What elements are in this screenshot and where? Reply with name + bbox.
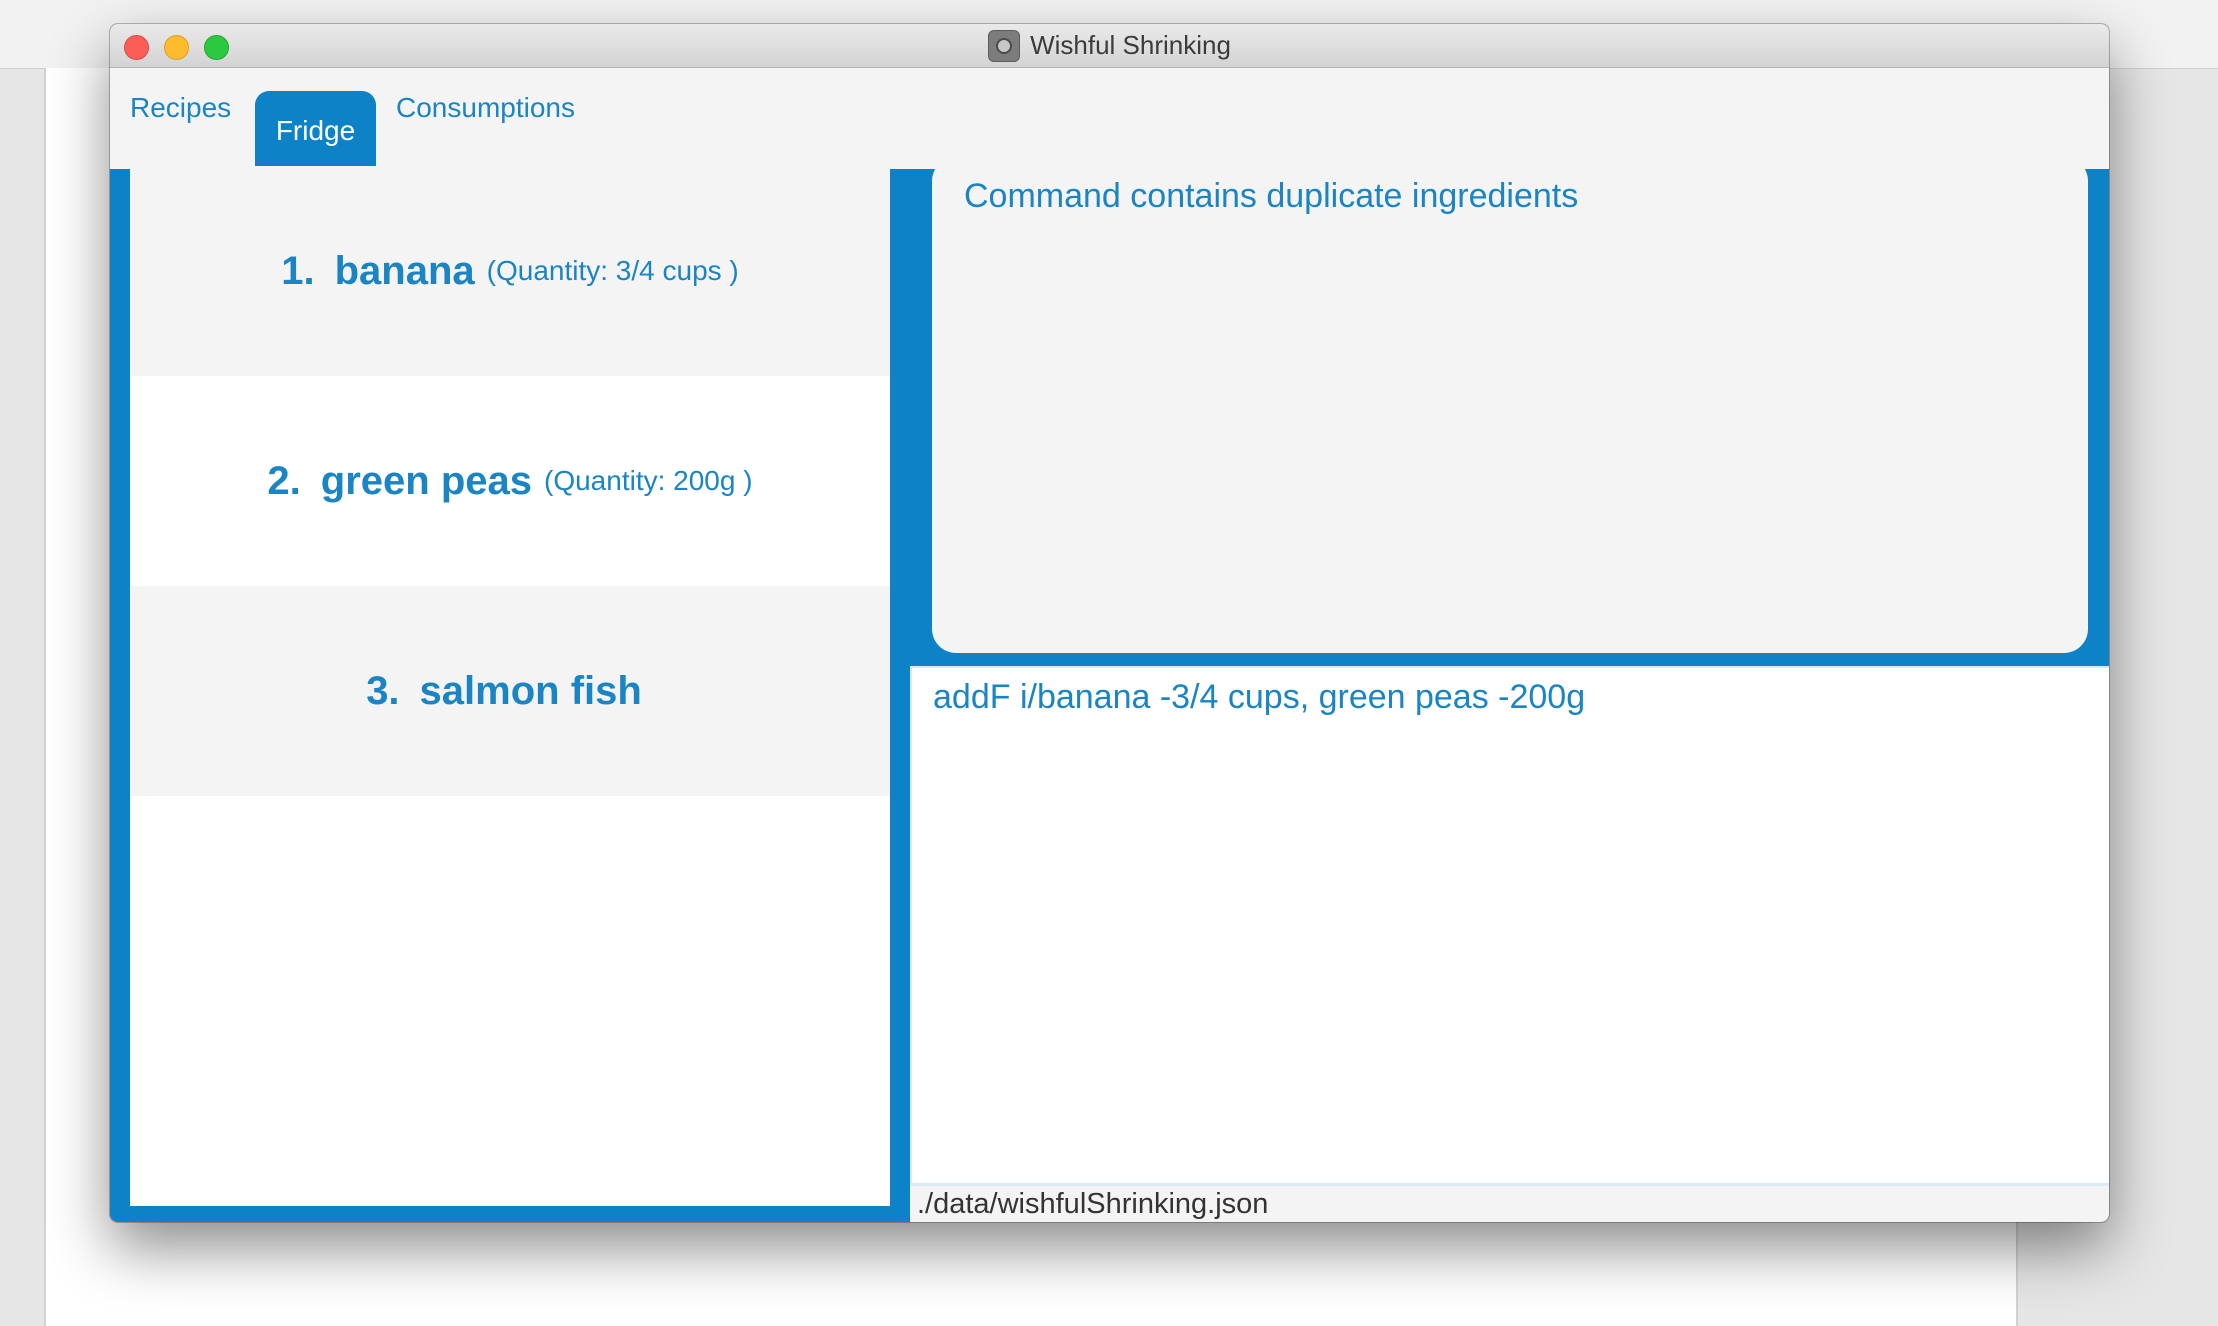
item-index: 1. bbox=[281, 248, 315, 293]
title-bar: Wishful Shrinking bbox=[110, 24, 2109, 68]
result-display: Command contains duplicate ingredients bbox=[932, 157, 2088, 653]
result-message: Command contains duplicate ingredients bbox=[964, 177, 1579, 215]
tab-bar: Recipes Fridge Consumptions bbox=[110, 68, 2109, 169]
app-icon bbox=[988, 29, 1021, 62]
tab-recipes[interactable]: Recipes bbox=[130, 92, 231, 124]
window-title: Wishful Shrinking bbox=[1030, 30, 1231, 60]
status-file-path: ./data/wishfulShrinking.json bbox=[917, 1188, 1269, 1220]
list-item[interactable]: 3. salmon fish bbox=[130, 586, 890, 796]
list-item[interactable]: 2. green peas (Quantity: 200g ) bbox=[130, 376, 890, 586]
fridge-list[interactable]: 1. banana (Quantity: 3/4 cups ) 2. green… bbox=[130, 166, 890, 1206]
item-name: salmon fish bbox=[419, 668, 642, 713]
item-quantity: (Quantity: 3/4 cups ) bbox=[486, 255, 739, 286]
item-index: 2. bbox=[267, 458, 301, 503]
item-index: 3. bbox=[366, 668, 400, 713]
command-input[interactable]: addF i/banana -3/4 cups, green peas -200… bbox=[910, 666, 2109, 1186]
tab-fridge[interactable]: Fridge bbox=[255, 91, 376, 169]
item-quantity: (Quantity: 200g ) bbox=[544, 465, 753, 496]
item-name: banana bbox=[334, 248, 475, 293]
window-title-group: Wishful Shrinking bbox=[110, 24, 2109, 67]
command-input-text[interactable]: addF i/banana -3/4 cups, green peas -200… bbox=[933, 678, 1585, 716]
item-name: green peas bbox=[320, 458, 532, 503]
app-window: Wishful Shrinking Recipes Fridge Consump… bbox=[110, 24, 2109, 1222]
list-item[interactable]: 1. banana (Quantity: 3/4 cups ) bbox=[130, 166, 890, 376]
status-bar: ./data/wishfulShrinking.json bbox=[910, 1186, 2109, 1222]
tab-consumptions[interactable]: Consumptions bbox=[396, 92, 575, 124]
